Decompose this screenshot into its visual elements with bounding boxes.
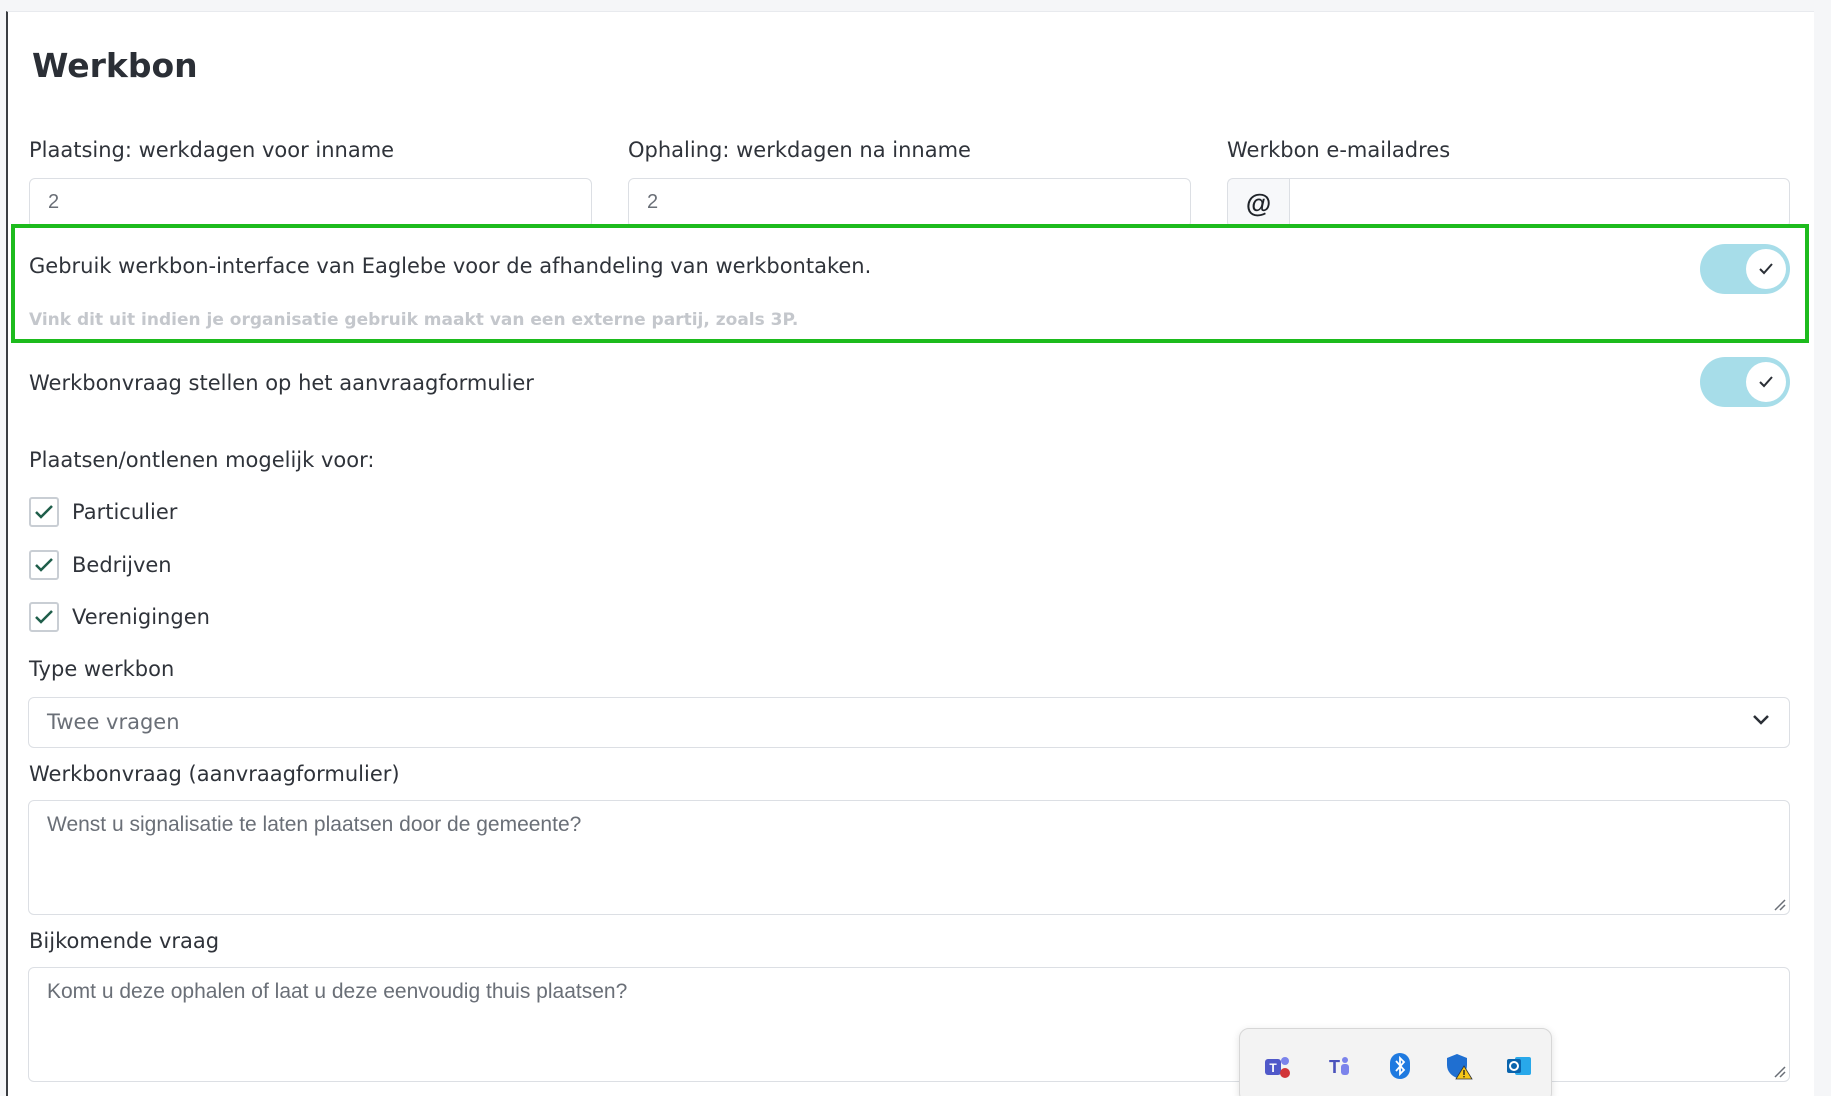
svg-text:T: T: [1269, 1061, 1277, 1075]
chevron-down-icon: [1753, 715, 1769, 725]
svg-text:T: T: [1329, 1057, 1340, 1077]
teams-icon[interactable]: T: [1262, 1051, 1292, 1081]
aanvraag-toggle[interactable]: [1700, 357, 1790, 407]
bedrijven-label: Bedrijven: [72, 553, 172, 577]
type-select[interactable]: Twee vragen: [28, 697, 1790, 748]
vraag-text: Wenst u signalisatie te laten plaatsen d…: [47, 813, 582, 836]
bijkomend-label: Bijkomende vraag: [29, 929, 220, 953]
vraag-label: Werkbonvraag (aanvraagformulier): [29, 762, 400, 786]
resize-handle-icon[interactable]: [1772, 897, 1786, 911]
page-title: Werkbon: [32, 46, 198, 85]
bijkomend-text: Komt u deze ophalen of laat u deze eenvo…: [47, 980, 628, 1003]
resize-handle-icon[interactable]: [1772, 1064, 1786, 1078]
vraag-textarea[interactable]: Wenst u signalisatie te laten plaatsen d…: [28, 800, 1790, 915]
ophaling-input[interactable]: 2: [628, 178, 1191, 228]
bluetooth-icon[interactable]: [1385, 1051, 1415, 1081]
verenigingen-label: Verenigingen: [72, 605, 210, 629]
email-input[interactable]: [1289, 178, 1790, 228]
type-select-value: Twee vragen: [47, 710, 180, 734]
type-label: Type werkbon: [29, 657, 175, 681]
check-icon: [35, 505, 53, 519]
bedrijven-checkbox[interactable]: [29, 550, 59, 580]
plaatsing-label: Plaatsing: werkdagen voor inname: [29, 138, 395, 162]
system-tray-overflow: T T: [1239, 1028, 1552, 1096]
check-icon: [35, 610, 53, 624]
check-icon: [1759, 376, 1773, 388]
teams-classic-icon[interactable]: T: [1324, 1051, 1354, 1081]
check-icon: [1759, 263, 1773, 275]
outlook-icon[interactable]: [1504, 1051, 1534, 1081]
highlight-box: Gebruik werkbon-interface van Eaglebe vo…: [11, 224, 1809, 343]
email-label: Werkbon e-mailadres: [1227, 138, 1451, 162]
particulier-checkbox[interactable]: [29, 497, 59, 527]
interface-toggle-label: Gebruik werkbon-interface van Eaglebe vo…: [29, 254, 872, 278]
check-icon: [35, 558, 53, 572]
security-warning-icon[interactable]: [1444, 1051, 1474, 1081]
verenigingen-checkbox[interactable]: [29, 602, 59, 632]
interface-toggle[interactable]: [1700, 244, 1790, 294]
aanvraag-toggle-label: Werkbonvraag stellen op het aanvraagform…: [29, 371, 534, 395]
eligibility-label: Plaatsen/ontlenen mogelijk voor:: [29, 448, 375, 472]
interface-toggle-hint: Vink dit uit indien je organisatie gebru…: [29, 310, 799, 330]
werkbon-panel: Werkbon: [6, 11, 1814, 1096]
toggle-knob: [1746, 362, 1786, 402]
particulier-label: Particulier: [72, 500, 178, 524]
plaatsing-input[interactable]: 2: [29, 178, 592, 228]
toggle-knob: [1746, 249, 1786, 289]
ophaling-label: Ophaling: werkdagen na inname: [628, 138, 971, 162]
at-sign-addon: @: [1227, 178, 1289, 228]
